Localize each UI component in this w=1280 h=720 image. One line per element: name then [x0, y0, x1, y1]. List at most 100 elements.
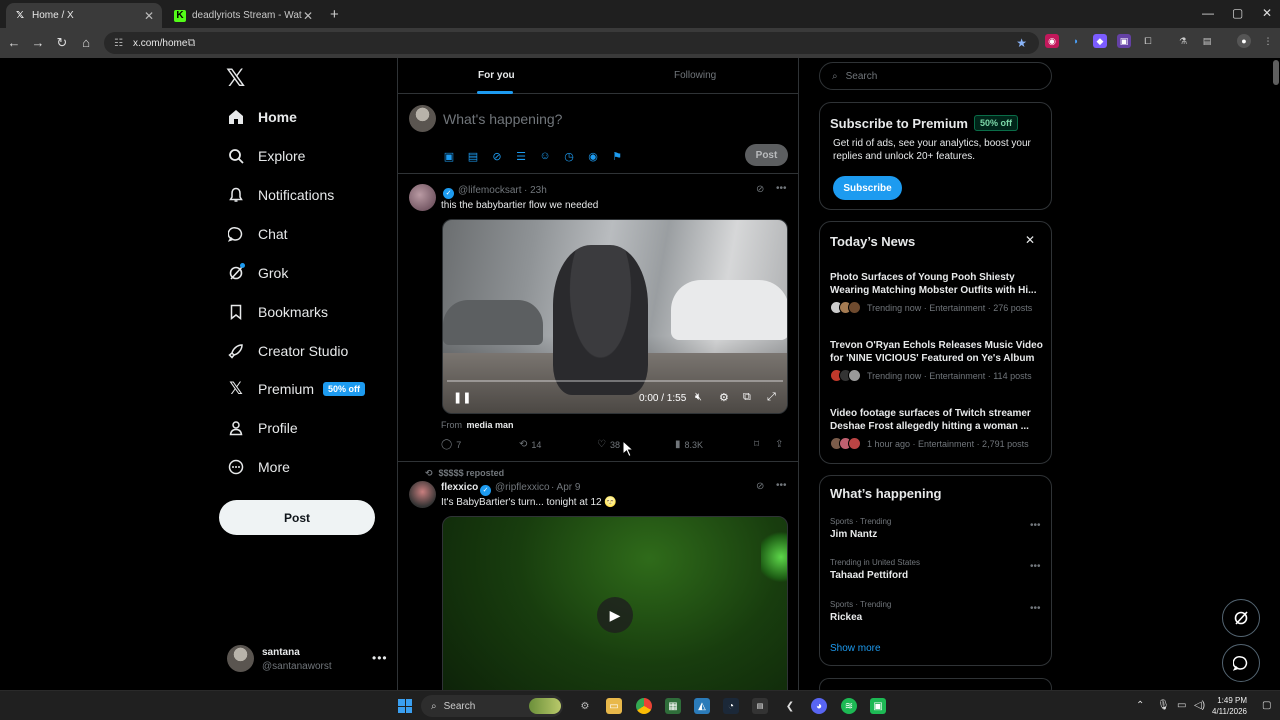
photos-app-icon[interactable]: ◭	[694, 698, 710, 714]
taskbar-search[interactable]: ⌕ Search	[421, 695, 563, 717]
gif-icon[interactable]: ▤	[466, 149, 480, 163]
sidebar-item-grok[interactable]: Grok	[227, 260, 288, 286]
page-scrollbar[interactable]	[1273, 60, 1279, 85]
trend-item[interactable]: Trending in United States Tahaad Pettifo…	[830, 558, 1045, 581]
close-tab-icon[interactable]: ✕	[144, 9, 154, 23]
maximize-icon[interactable]: ▢	[1232, 6, 1243, 20]
side-panel-icon[interactable]: ▤	[1200, 34, 1214, 48]
tab-kick-stream[interactable]: K deadlyriots Stream - Watch Live ✕	[166, 3, 321, 28]
compose-input[interactable]: What's happening?	[443, 111, 562, 127]
tab-following[interactable]: Following	[674, 70, 716, 81]
messages-fab-button[interactable]	[1222, 644, 1260, 682]
profile-extension-icon[interactable]: ⚗	[1176, 34, 1190, 48]
play-icon[interactable]: ▶	[597, 597, 633, 633]
tweet[interactable]: ✓ @lifemocksart · 23h ⊘ ••• this the bab…	[398, 174, 798, 460]
grok-icon[interactable]: ⊘	[490, 149, 504, 163]
spotify-icon[interactable]: ≋	[841, 698, 857, 714]
trend-item[interactable]: Sports · Trending Jim Nantz •••	[830, 517, 1045, 540]
more-icon[interactable]: •••	[1030, 520, 1041, 531]
address-bar[interactable]: ☷ x.com/home ⧉ ★	[104, 32, 1039, 54]
repost-by[interactable]: $$$$$ reposted	[439, 468, 505, 478]
tweet-handle[interactable]: @lifemocksart	[458, 185, 522, 196]
video-player[interactable]: ❚❚ 0:00 / 1:55 🔇︎ ⚙ ⧉ ⤢	[442, 219, 788, 414]
tweet[interactable]: ⟲ $$$$$ reposted flexxico ✓ @ripflexxico …	[398, 462, 798, 720]
sidebar-item-profile[interactable]: Profile	[227, 415, 298, 441]
image-icon[interactable]: ▣	[442, 149, 456, 163]
sidebar-item-bookmarks[interactable]: Bookmarks	[227, 299, 328, 325]
home-browser-icon[interactable]: ⌂	[78, 35, 94, 50]
news-item[interactable]: Photo Surfaces of Young Pooh Shiesty Wea…	[830, 271, 1045, 314]
tweet-time[interactable]: · 23h	[524, 185, 547, 196]
reload-icon[interactable]: ↻	[54, 35, 70, 51]
extension-icon[interactable]: ◉	[1045, 34, 1059, 48]
settings-icon[interactable]: ⚙	[719, 391, 729, 404]
more-icon[interactable]: •••	[776, 480, 787, 491]
share-button[interactable]: ⇪	[775, 439, 787, 450]
new-tab-icon[interactable]: +	[330, 6, 339, 23]
repost-button[interactable]: ⟲ 14	[519, 439, 541, 450]
grok-icon[interactable]: ⊘	[756, 481, 764, 492]
sidebar-item-notifications[interactable]: Notifications	[227, 182, 334, 208]
more-icon[interactable]: •••	[1030, 561, 1041, 572]
fullscreen-icon[interactable]: ⤢	[767, 391, 776, 404]
show-more-link[interactable]: Show more	[830, 643, 881, 654]
grok-icon[interactable]: ⊘	[756, 184, 764, 195]
close-icon[interactable]: ✕	[1025, 233, 1035, 247]
app-icon[interactable]: ▣	[870, 698, 886, 714]
more-icon[interactable]: •••	[1030, 603, 1041, 614]
extensions-puzzle-icon[interactable]: ⧠	[1141, 34, 1155, 48]
sidebar-post-button[interactable]: Post	[219, 500, 375, 535]
windows-start-icon[interactable]	[398, 699, 412, 713]
site-info-icon[interactable]: ☷	[114, 38, 123, 49]
tweet-display-name[interactable]: flexxico	[441, 482, 478, 493]
like-button[interactable]: ♡ 38	[597, 439, 620, 450]
sidebar-item-explore[interactable]: Explore	[227, 143, 305, 169]
back-icon[interactable]: ←	[6, 35, 22, 50]
account-switcher[interactable]: santana @santanaworst •••	[227, 645, 387, 675]
mute-icon[interactable]: 🔇︎	[695, 391, 702, 404]
browser-profile-icon[interactable]: ●	[1237, 34, 1251, 48]
pip-icon[interactable]: ⧉	[743, 391, 751, 404]
location-icon[interactable]: ◉	[586, 149, 600, 163]
forward-icon[interactable]: →	[30, 35, 46, 50]
bookmark-button[interactable]: ⌑	[754, 439, 763, 450]
bookmark-star-icon[interactable]: ★	[1016, 36, 1027, 50]
browser-menu-icon[interactable]: ⋮	[1261, 34, 1275, 48]
sidebar-item-creator-studio[interactable]: Creator Studio	[227, 338, 348, 364]
sidebar-item-premium[interactable]: 𝕏 Premium 50% off	[227, 376, 366, 402]
avatar[interactable]	[409, 184, 436, 211]
pause-icon[interactable]: ❚❚	[453, 391, 471, 404]
tweet-handle[interactable]: @ripflexxico	[495, 482, 550, 493]
file-explorer-icon[interactable]: ▭	[606, 698, 622, 714]
discord-icon[interactable]: ◕	[811, 698, 827, 714]
views-button[interactable]: ▮ 8.3K	[675, 439, 703, 450]
subscribe-button[interactable]: Subscribe	[833, 176, 902, 200]
news-item[interactable]: Video footage surfaces of Twitch streame…	[830, 407, 1045, 450]
extension-icon[interactable]: ◆	[1093, 34, 1107, 48]
extension-icon[interactable]: ▣	[1117, 34, 1131, 48]
tray-overflow-icon[interactable]: ⌃	[1136, 700, 1144, 711]
sidebar-item-more[interactable]: More	[227, 454, 290, 480]
trend-item[interactable]: Sports · Trending Rickea •••	[830, 600, 1045, 623]
compose-post-button[interactable]: Post	[745, 144, 788, 166]
taskbar-clock[interactable]: 1:49 PM 4/11/2026	[1212, 695, 1247, 717]
account-more-icon[interactable]: •••	[372, 651, 388, 665]
notification-icon[interactable]: ▢	[1262, 700, 1271, 711]
install-app-icon[interactable]: ⧉	[187, 37, 195, 50]
flag-icon[interactable]: ⚑	[610, 149, 624, 163]
avatar[interactable]	[409, 481, 436, 508]
microphone-icon[interactable]: 🎙︎	[1157, 700, 1170, 711]
network-icon[interactable]: ▭	[1177, 700, 1186, 711]
reply-button[interactable]: ◯ 7	[441, 439, 461, 450]
app-icon[interactable]: ▦	[665, 698, 681, 714]
sidebar-item-home[interactable]: Home	[227, 104, 297, 130]
more-icon[interactable]: •••	[776, 183, 787, 194]
sidebar-item-chat[interactable]: Chat	[227, 221, 288, 247]
volume-icon[interactable]: ◁)	[1194, 700, 1205, 711]
schedule-icon[interactable]: ◷	[562, 149, 576, 163]
poll-icon[interactable]: ☰	[514, 149, 528, 163]
tab-home-x[interactable]: 𝕏 Home / X ✕	[6, 3, 162, 28]
video-progress-bar[interactable]	[447, 380, 783, 382]
app-icon[interactable]: ▤	[752, 698, 768, 714]
extension-icon[interactable]: ◗	[1069, 34, 1083, 48]
